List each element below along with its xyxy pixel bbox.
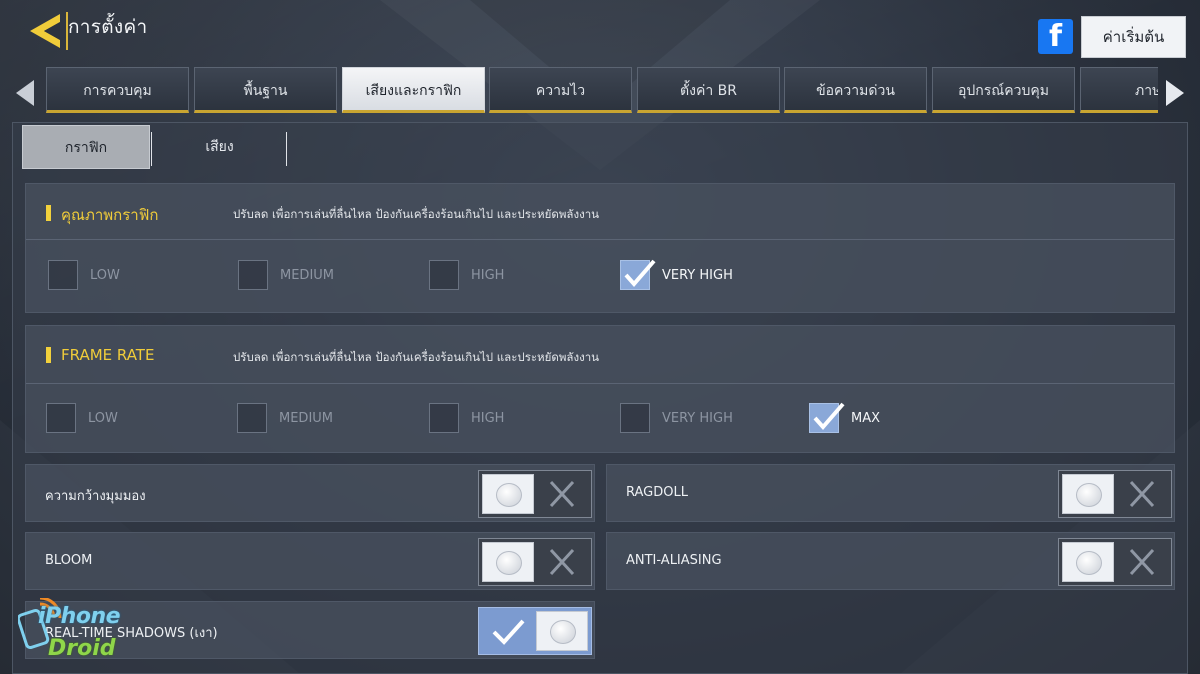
frame-rate-title: FRAME RATE — [61, 346, 155, 364]
subtab-divider — [151, 132, 152, 166]
subtab-graphics[interactable]: กราฟิก — [22, 125, 150, 169]
ragdoll-setting-row: RAGDOLL — [606, 464, 1175, 522]
checkmark-icon — [813, 402, 845, 431]
fov-label: ความกว้างมุมมอง — [45, 489, 146, 504]
reset-default-button[interactable]: ค่าเริ่มต้น — [1081, 16, 1186, 58]
option-label: HIGH — [471, 411, 505, 426]
toggle-knob — [536, 611, 588, 651]
watermark-text-iphone: iPhone — [38, 604, 121, 629]
checkbox-checked[interactable] — [809, 402, 845, 433]
option-label: MAX — [851, 411, 881, 426]
bloom-setting-row: BLOOM — [25, 532, 595, 590]
section-marker — [46, 347, 51, 363]
subtab-divider — [286, 132, 287, 166]
option-label: LOW — [90, 268, 120, 283]
x-icon — [549, 480, 575, 508]
check-icon — [492, 619, 525, 645]
facebook-icon: f — [1049, 19, 1063, 54]
option-label: VERY HIGH — [662, 268, 733, 283]
checkbox[interactable] — [429, 260, 459, 290]
fov-toggle[interactable] — [478, 470, 592, 518]
tab-audio-graphics[interactable]: เสียงและกราฟิก — [342, 67, 485, 113]
option-label: MEDIUM — [279, 411, 334, 426]
checkbox[interactable] — [237, 403, 267, 433]
option-label: MEDIUM — [280, 268, 335, 283]
ragdoll-toggle[interactable] — [1058, 470, 1172, 518]
fov-setting-row: ความกว้างมุมมอง — [25, 464, 595, 522]
option-label: VERY HIGH — [662, 411, 733, 426]
frame-rate-description: ปรับลด เพื่อการเล่นที่ลื่นไหล ป้องกันเคร… — [233, 350, 600, 364]
toggle-knob — [482, 542, 534, 582]
section-divider — [26, 383, 1174, 384]
checkbox[interactable] — [620, 403, 650, 433]
toggle-knob — [1062, 542, 1114, 582]
anti-aliasing-setting-row: ANTI-ALIASING — [606, 532, 1175, 590]
back-button[interactable] — [26, 10, 66, 52]
tab-scroll-right-icon[interactable] — [1164, 78, 1186, 108]
subtab-audio[interactable]: เสียง — [153, 125, 286, 169]
x-icon — [1129, 548, 1155, 576]
checkbox[interactable] — [429, 403, 459, 433]
anti-aliasing-label: ANTI-ALIASING — [626, 553, 722, 568]
tab-br-settings[interactable]: ตั้งค่า BR — [637, 67, 780, 113]
frame-rate-section: FRAME RATE ปรับลด เพื่อการเล่นที่ลื่นไหล… — [25, 325, 1175, 453]
checkbox[interactable] — [238, 260, 268, 290]
option-label: LOW — [88, 411, 118, 426]
anti-aliasing-toggle[interactable] — [1058, 538, 1172, 586]
checkmark-icon — [624, 259, 656, 288]
tab-sensitivity[interactable]: ความไว — [489, 67, 632, 113]
bloom-toggle[interactable] — [478, 538, 592, 586]
x-icon — [549, 548, 575, 576]
checkbox[interactable] — [46, 403, 76, 433]
ragdoll-label: RAGDOLL — [626, 485, 688, 500]
tab-scroll-left-icon[interactable] — [14, 78, 36, 108]
settings-tab-strip: การควบคุม พื้นฐาน เสียงและกราฟิก ความไว … — [46, 67, 1158, 115]
bloom-label: BLOOM — [45, 553, 93, 568]
facebook-button[interactable]: f — [1038, 19, 1073, 54]
tab-quick-messages[interactable]: ข้อความด่วน — [784, 67, 927, 113]
back-arrow-icon — [30, 14, 60, 48]
section-marker — [46, 205, 51, 221]
checkbox[interactable] — [48, 260, 78, 290]
checkbox-checked[interactable] — [620, 259, 656, 290]
page-title: การตั้งค่า — [68, 16, 148, 38]
graphics-quality-section: คุณภาพกราฟิก ปรับลด เพื่อการเล่นที่ลื่นไ… — [25, 183, 1175, 313]
section-divider — [26, 239, 1174, 240]
tab-control-devices[interactable]: อุปกรณ์ควบคุม — [932, 67, 1075, 113]
toggle-knob — [1062, 474, 1114, 514]
graphics-quality-title: คุณภาพกราฟิก — [61, 206, 159, 224]
tab-basic[interactable]: พื้นฐาน — [194, 67, 337, 113]
graphics-quality-description: ปรับลด เพื่อการเล่นที่ลื่นไหล ป้องกันเคร… — [233, 207, 600, 221]
shadows-toggle[interactable] — [478, 607, 592, 655]
watermark-text-droid: Droid — [48, 636, 116, 661]
option-label: HIGH — [471, 268, 505, 283]
tab-language[interactable]: ภาษ — [1080, 67, 1158, 113]
toggle-knob — [482, 474, 534, 514]
x-icon — [1129, 480, 1155, 508]
tab-controls[interactable]: การควบคุม — [46, 67, 189, 113]
